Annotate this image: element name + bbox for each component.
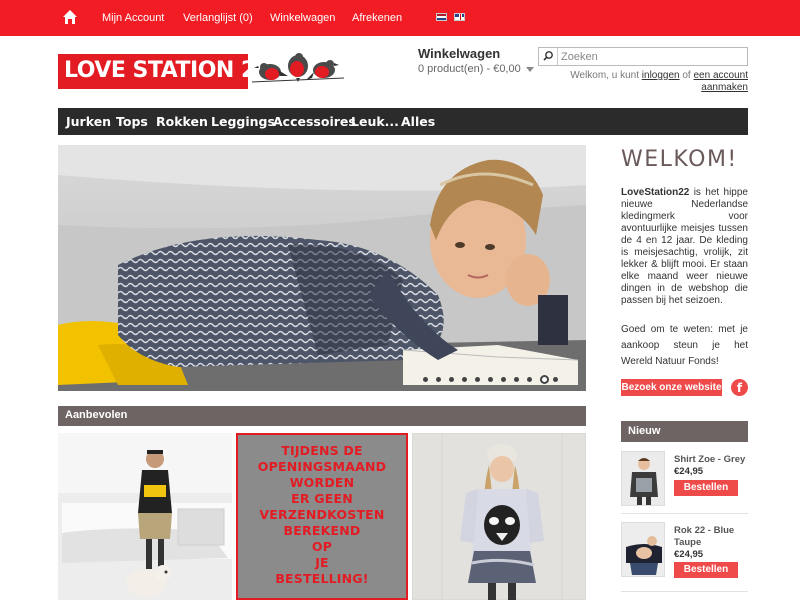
new-product-2-image	[622, 523, 664, 576]
nav-item-leggings[interactable]: Leggings	[211, 114, 275, 129]
slider-dot[interactable]	[475, 377, 480, 382]
welcome-text: Welkom, u kunt inloggen of een account	[570, 70, 748, 81]
slider-dot[interactable]	[501, 377, 506, 382]
featured-product-1[interactable]	[58, 433, 232, 600]
aanbevolen-title: Aanbevolen	[65, 409, 128, 421]
aanbevolen-header: Aanbevolen	[58, 406, 586, 426]
cart-summary-text: 0 product(en) - €0,00	[418, 63, 521, 75]
search-box	[538, 47, 748, 66]
new-product-name[interactable]: Shirt Zoe - Grey	[674, 454, 748, 466]
nieuw-title: Nieuw	[628, 425, 661, 437]
logo[interactable]: LOVE STATION 22	[58, 54, 271, 89]
slider-dot[interactable]	[449, 377, 454, 382]
welcome-text-line2: aanmaken	[701, 82, 748, 93]
promo-line: VERZENDKOSTEN	[259, 507, 385, 522]
nav-item-rokken[interactable]: Rokken	[156, 114, 208, 129]
create-account-link[interactable]: een account	[694, 70, 749, 81]
top-bar: Mijn Account Verlanglijst (0) Winkelwage…	[0, 0, 800, 36]
nieuw-header: Nieuw	[621, 421, 748, 442]
promo-text: TIJDENS DE OPENINGSMAAND WORDEN ER GEEN VERZ…	[238, 443, 406, 587]
promo-line: ER GEEN	[291, 491, 353, 506]
slider-dot[interactable]	[553, 377, 558, 382]
nav-item-accessoires[interactable]: Accessoires	[273, 114, 356, 129]
visit-website-button[interactable]: Bezoek onze website	[621, 379, 722, 396]
hero-slide-image[interactable]	[58, 145, 586, 391]
create-account-link-2[interactable]: aanmaken	[701, 82, 748, 93]
nav-item-leuk[interactable]: Leuk...	[351, 114, 399, 129]
new-product-price: €24,95	[674, 466, 704, 477]
nl-flag-icon[interactable]	[436, 13, 447, 21]
my-account-link[interactable]: Mijn Account	[102, 12, 164, 24]
slider-dot[interactable]	[462, 377, 467, 382]
wishlist-link[interactable]: Verlanglijst (0)	[183, 12, 253, 24]
chevron-down-icon[interactable]	[525, 66, 534, 72]
promo-line: WORDEN	[289, 475, 355, 490]
cart-title[interactable]: Winkelwagen	[418, 46, 500, 61]
nav-item-alles[interactable]: Alles	[401, 114, 435, 129]
featured-product-3[interactable]	[412, 433, 586, 600]
search-icon	[543, 51, 553, 61]
featured-product-1-image	[58, 433, 232, 600]
slider-dot[interactable]	[488, 377, 493, 382]
hero-illustration	[58, 145, 586, 391]
promo-line: OP	[311, 539, 333, 554]
order-button[interactable]: Bestellen	[674, 480, 738, 496]
slider-dot[interactable]	[423, 377, 428, 382]
promo-line: BESTELLING!	[275, 571, 369, 586]
welcome-middle: of	[682, 70, 691, 81]
promo-line: JE	[315, 555, 329, 570]
cart-link[interactable]: Winkelwagen	[270, 12, 335, 24]
search-button[interactable]	[539, 48, 558, 65]
new-product-thumb[interactable]	[621, 451, 665, 506]
slider-dot[interactable]	[514, 377, 519, 382]
facebook-icon[interactable]: f	[731, 379, 748, 396]
search-input[interactable]	[561, 50, 741, 63]
brand-name: LoveStation22	[621, 187, 690, 198]
slider-dot[interactable]	[436, 377, 441, 382]
new-product-1-image	[622, 452, 664, 505]
divider	[621, 591, 748, 592]
main-nav: Jurken Tops Rokken Leggings Accessoires …	[58, 108, 748, 135]
promo-banner[interactable]: TIJDENS DE OPENINGSMAAND WORDEN ER GEEN VERZ…	[236, 433, 408, 600]
featured-product-3-image	[412, 433, 586, 600]
login-link[interactable]: inloggen	[642, 70, 680, 81]
new-product-name[interactable]: Rok 22 - Blue Taupe	[674, 525, 748, 549]
promo-line: BEREKEND	[283, 523, 361, 538]
wnf-text: Goed om te weten: met je aankoop steun j…	[621, 324, 748, 367]
logo-text: LOVE STATION 22	[64, 58, 271, 83]
nav-item-jurken[interactable]: Jurken	[66, 114, 111, 129]
home-icon[interactable]	[62, 9, 78, 25]
divider	[621, 513, 748, 514]
birds-logo-icon	[252, 53, 344, 83]
slider-dot[interactable]	[540, 375, 549, 384]
promo-line: TIJDENS DE	[281, 443, 363, 458]
cart-summary[interactable]: 0 product(en) - €0,00	[418, 63, 534, 75]
new-product-price: €24,95	[674, 549, 704, 560]
en-flag-icon[interactable]	[454, 13, 465, 21]
intro-text: is het hippe nieuwe Nederlandse kledingm…	[621, 187, 748, 306]
promo-line: OPENINGSMAAND	[257, 459, 387, 474]
welkom-intro: LoveStation22 is het hippe nieuwe Nederl…	[621, 187, 748, 307]
new-product-thumb[interactable]	[621, 522, 665, 577]
welcome-prefix: Welkom, u kunt	[570, 70, 639, 81]
order-button[interactable]: Bestellen	[674, 562, 738, 578]
slider-dot[interactable]	[527, 377, 532, 382]
checkout-link[interactable]: Afrekenen	[352, 12, 402, 24]
nav-item-tops[interactable]: Tops	[116, 114, 148, 129]
welkom-title: WELKOM!	[621, 147, 738, 172]
